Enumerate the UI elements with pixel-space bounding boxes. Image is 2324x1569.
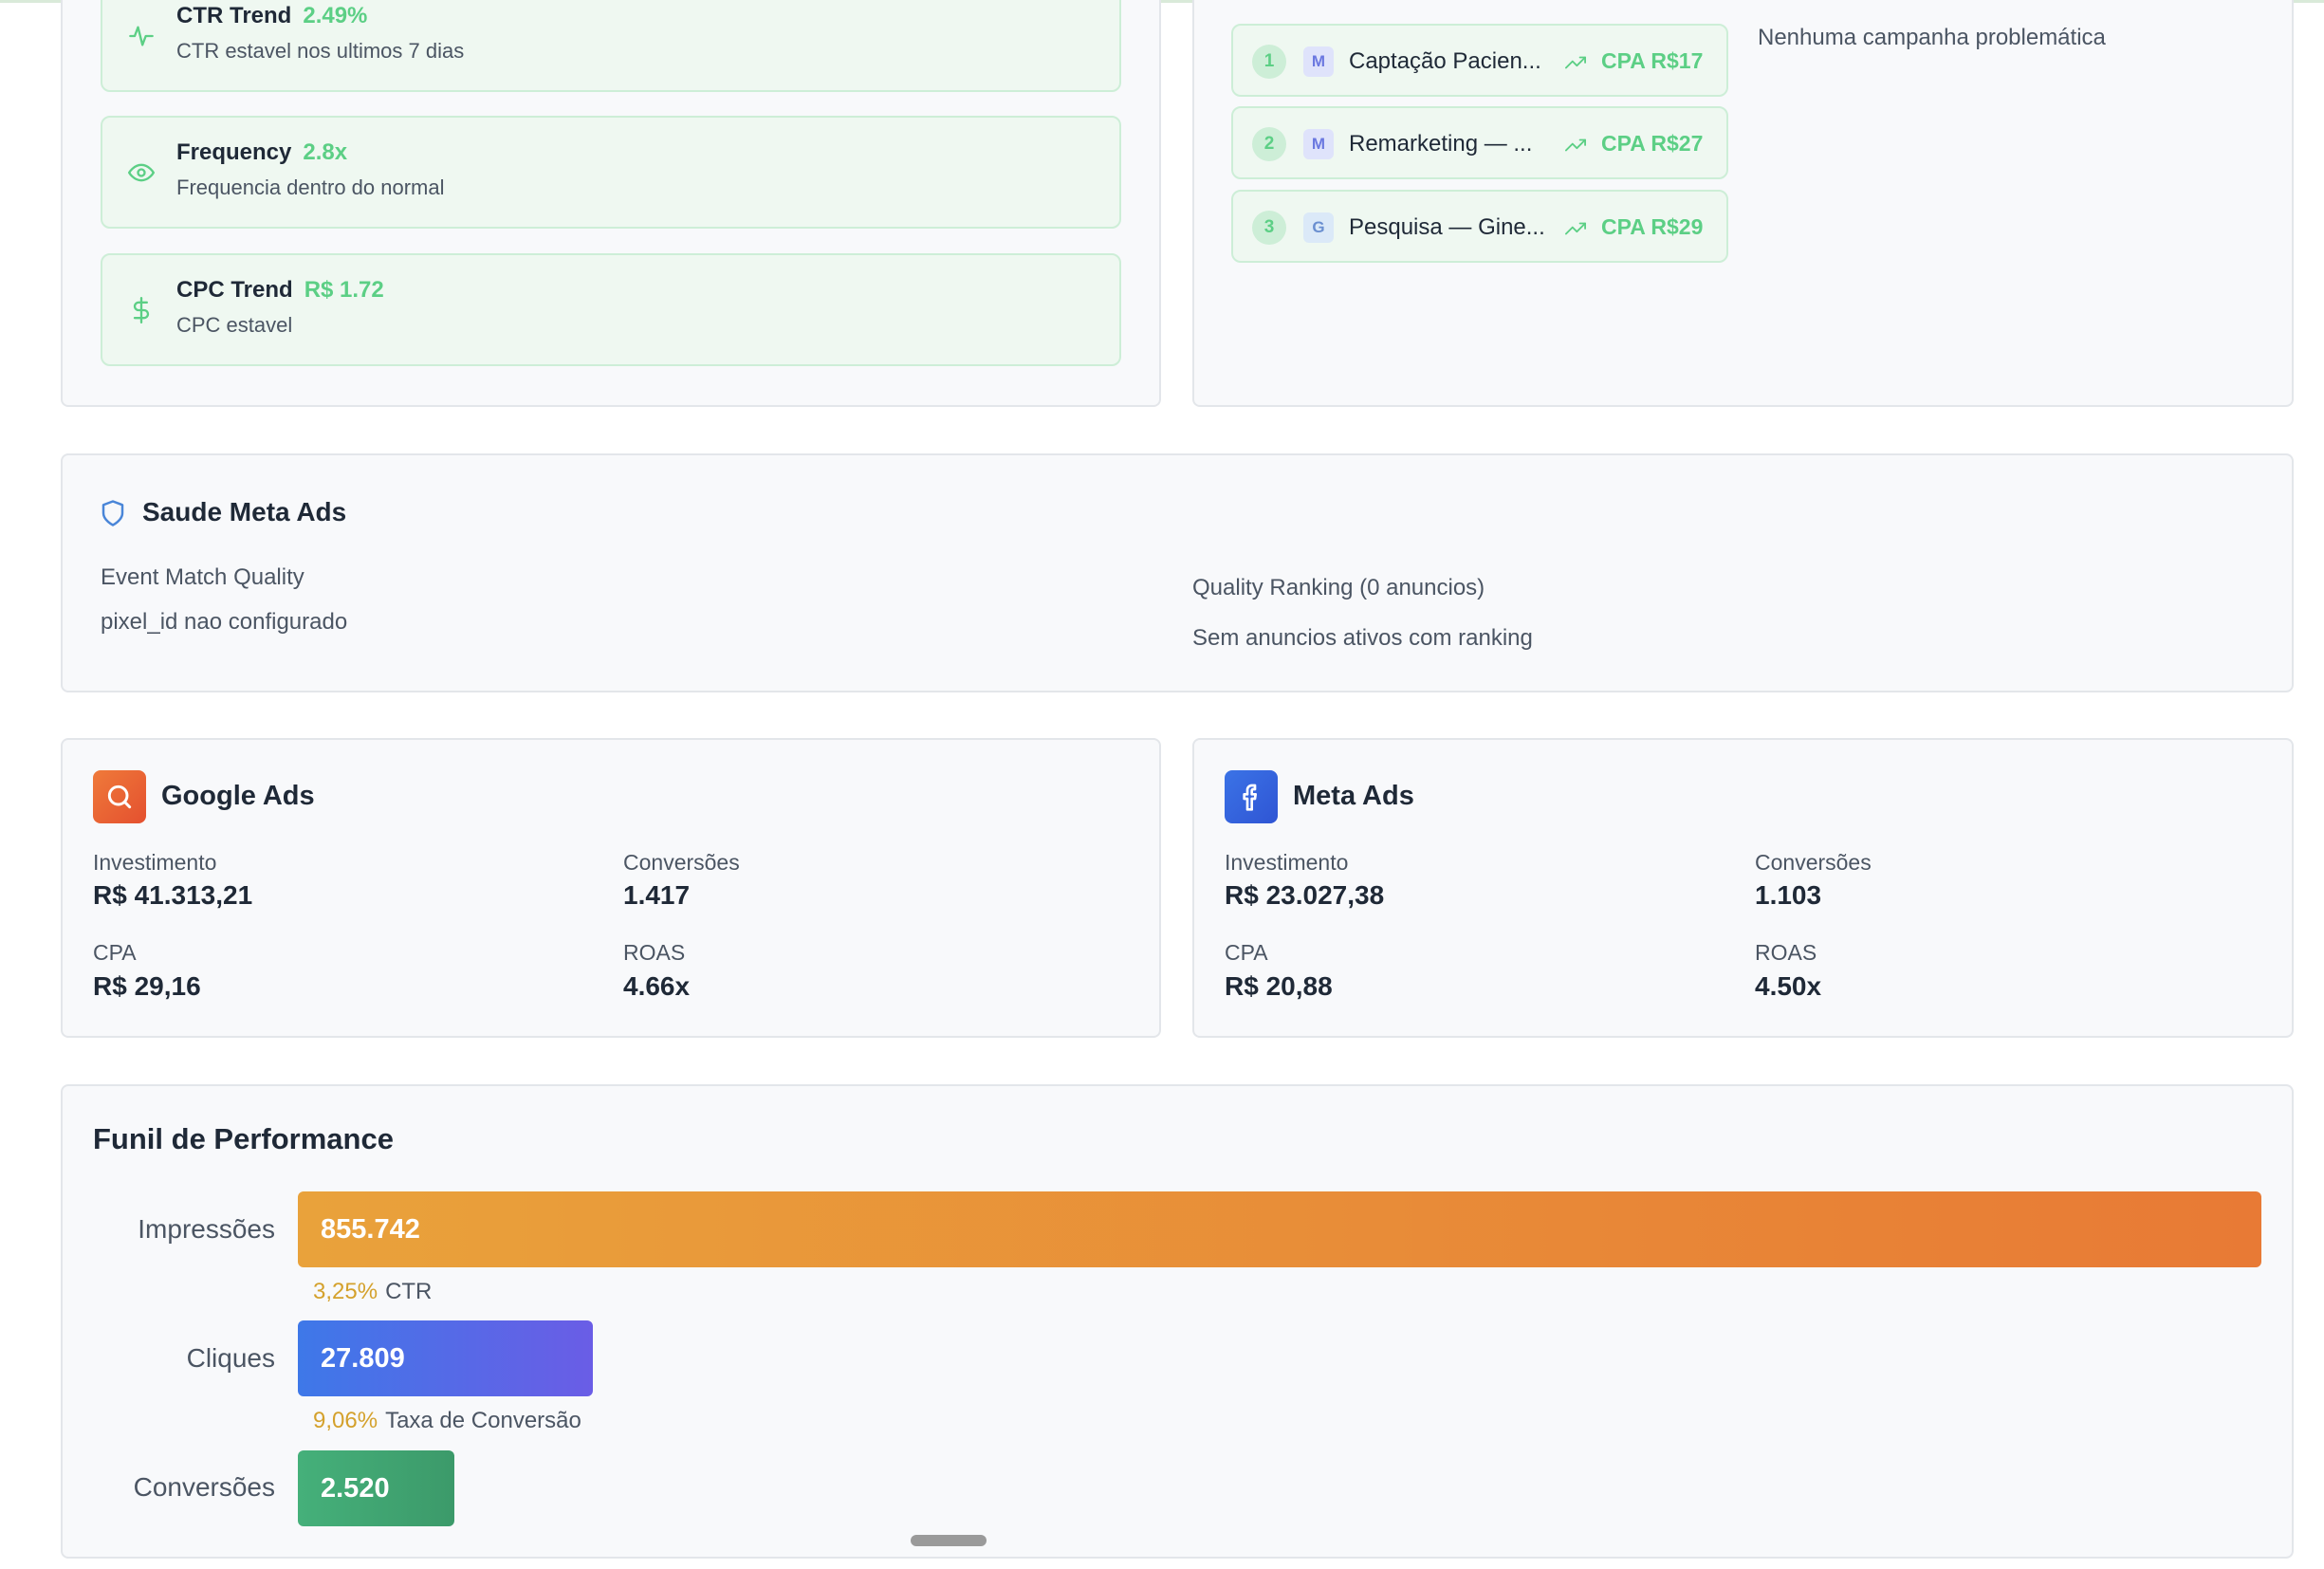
- investimento-label: Investimento: [93, 850, 217, 875]
- search-icon: [107, 784, 132, 809]
- trend-title: CPC Trend R$ 1.72: [176, 277, 384, 303]
- emq-label: Event Match Quality: [101, 564, 304, 590]
- funnel-rate: 3,25% CTR: [313, 1279, 433, 1304]
- campaign-name: Captação Pacien...: [1349, 48, 1541, 74]
- meta-health-title: Saude Meta Ads: [142, 497, 347, 526]
- rank-badge: 2: [1252, 127, 1286, 161]
- funnel-rate: 9,06% Taxa de Conversão: [313, 1408, 581, 1433]
- meta-ads-title: Meta Ads: [1293, 781, 1414, 811]
- activity-icon: [127, 22, 156, 50]
- conversoes-label: Conversões: [623, 850, 740, 875]
- trending-up-icon: [1565, 222, 1586, 235]
- trend-frequency: Frequency 2.8x Frequencia dentro do norma…: [101, 116, 1121, 229]
- funnel-bar-impressions: 855.742: [298, 1191, 2261, 1267]
- conversoes-value: 1.417: [623, 880, 691, 910]
- investimento-label: Investimento: [1225, 850, 1349, 875]
- funnel-stage-label: Conversões: [133, 1472, 275, 1502]
- dollar-icon: [127, 296, 156, 324]
- trending-up-icon: [1565, 56, 1586, 69]
- rank-badge: 3: [1252, 211, 1286, 245]
- funnel-stage-label: Impressões: [138, 1214, 275, 1244]
- roas-value: 4.66x: [623, 971, 691, 1001]
- google-ads-logo: [93, 770, 146, 823]
- funnel-bar-clicks: 27.809: [298, 1320, 593, 1396]
- campaign-name: Pesquisa — Gine...: [1349, 214, 1545, 240]
- trend-subtitle: CPC estavel: [176, 313, 293, 337]
- roas-label: ROAS: [623, 940, 686, 965]
- top-campaign-item[interactable]: 1 M Captação Pacien... CPA R$17: [1231, 24, 1728, 97]
- trend-value: R$ 1.72: [304, 277, 384, 303]
- platform-badge: M: [1303, 129, 1334, 159]
- platform-badge: M: [1303, 46, 1334, 77]
- trend-value: 2.8x: [303, 139, 348, 165]
- cpa-label: CPA: [93, 940, 137, 965]
- trending-up-icon: [1565, 138, 1586, 152]
- campaign-cpa: CPA R$27: [1601, 131, 1704, 156]
- conversoes-value: 1.103: [1755, 880, 1822, 910]
- cpa-value: R$ 20,88: [1225, 971, 1333, 1001]
- trend-value: 2.49%: [303, 3, 368, 28]
- cpa-value: R$ 29,16: [93, 971, 201, 1001]
- meta-health-card: [61, 453, 2294, 692]
- quality-ranking-label: Quality Ranking (0 anuncios): [1192, 575, 1485, 600]
- quality-ranking-value: Sem anuncios ativos com ranking: [1192, 625, 1533, 651]
- investimento-value: R$ 41.313,21: [93, 880, 253, 910]
- trend-title: Frequency 2.8x: [176, 139, 348, 165]
- facebook-icon: [1243, 784, 1257, 811]
- shield-icon: [101, 500, 124, 526]
- investimento-value: R$ 23.027,38: [1225, 880, 1385, 910]
- trend-subtitle: CTR estavel nos ultimos 7 dias: [176, 39, 465, 63]
- rank-badge: 1: [1252, 45, 1286, 79]
- emq-value: pixel_id nao configurado: [101, 609, 348, 635]
- roas-value: 4.50x: [1755, 971, 1822, 1001]
- conversoes-label: Conversões: [1755, 850, 1872, 875]
- funnel-title: Funil de Performance: [93, 1122, 394, 1155]
- funnel-stage-label: Cliques: [186, 1343, 275, 1373]
- campaign-cpa: CPA R$17: [1601, 48, 1704, 73]
- scroll-handle[interactable]: [911, 1535, 987, 1546]
- meta-ads-logo: [1225, 770, 1278, 823]
- top-campaign-item[interactable]: 3 G Pesquisa — Gine... CPA R$29: [1231, 190, 1728, 263]
- campaign-cpa: CPA R$29: [1601, 214, 1704, 239]
- eye-icon: [127, 158, 156, 187]
- trend-cpc: CPC Trend R$ 1.72 CPC estavel: [101, 253, 1121, 366]
- roas-label: ROAS: [1755, 940, 1817, 965]
- problem-campaigns-empty: Nenhuma campanha problemática: [1758, 25, 2106, 50]
- google-ads-title: Google Ads: [161, 781, 315, 811]
- cpa-label: CPA: [1225, 940, 1268, 965]
- campaign-name: Remarketing — ...: [1349, 131, 1533, 157]
- top-campaign-item[interactable]: 2 M Remarketing — ... CPA R$27: [1231, 106, 1728, 179]
- trend-subtitle: Frequencia dentro do normal: [176, 175, 445, 199]
- trend-title: CTR Trend 2.49%: [176, 3, 368, 28]
- funnel-bar-conversions: 2.520: [298, 1450, 454, 1526]
- trend-ctr: CTR Trend 2.49% CTR estavel nos ultimos 7…: [101, 0, 1121, 92]
- platform-badge: G: [1303, 212, 1334, 243]
